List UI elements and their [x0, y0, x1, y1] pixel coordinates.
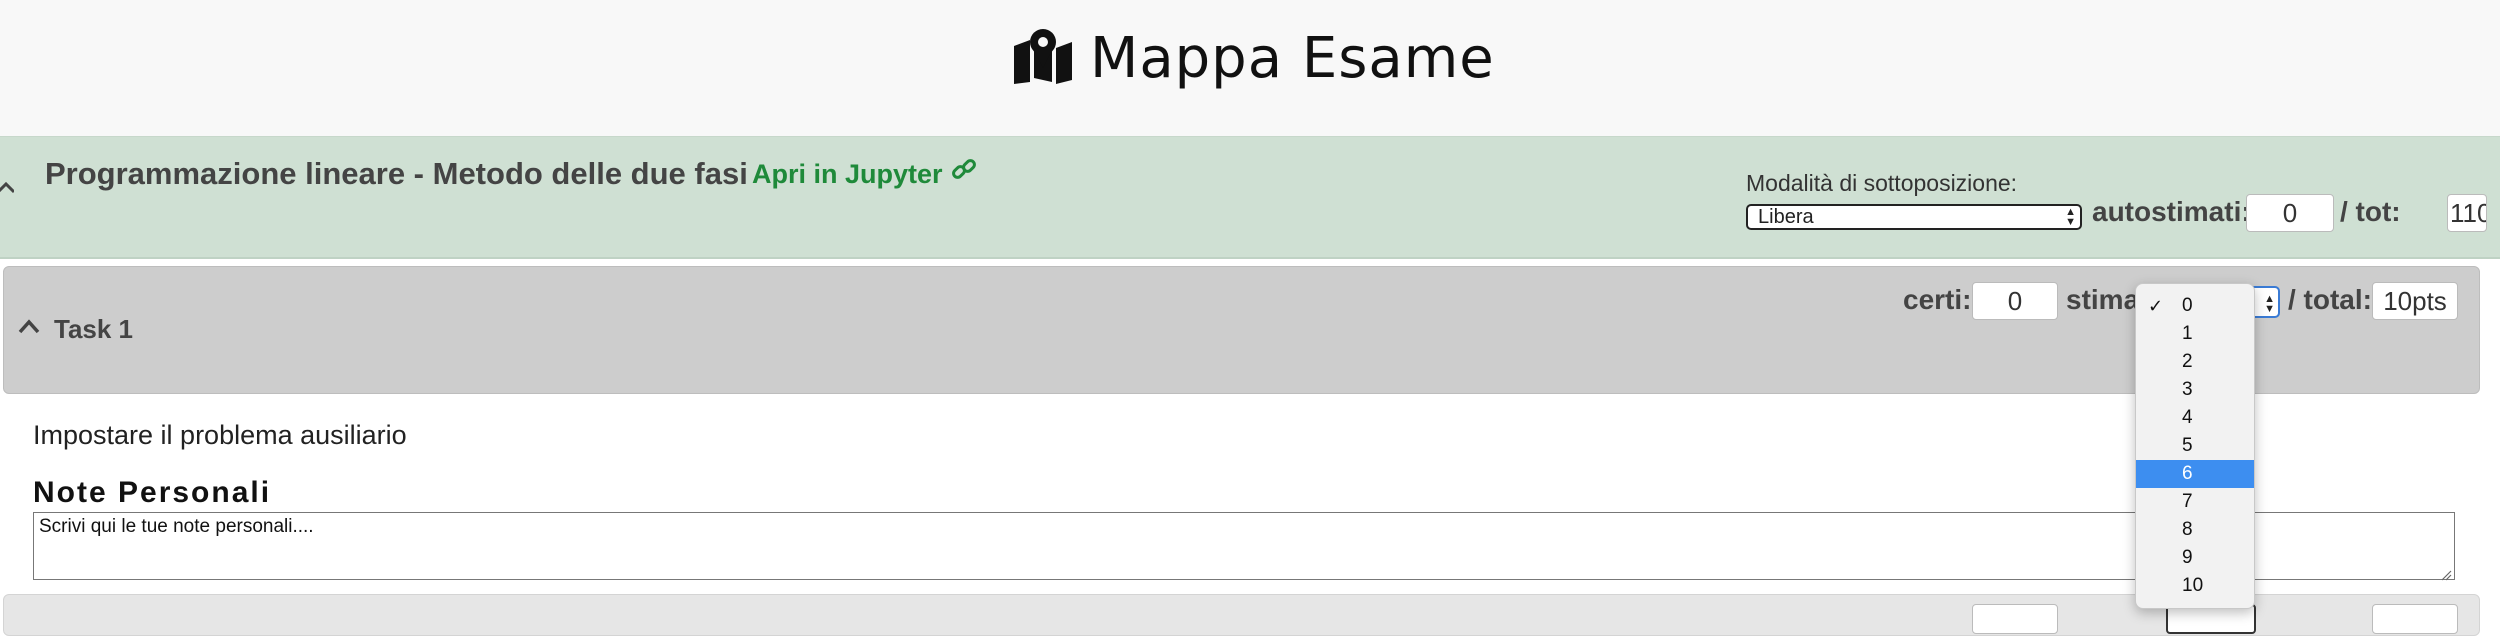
- dropdown-option-label: 0: [2182, 295, 2193, 316]
- notes-title: Note Personali: [33, 476, 272, 509]
- open-in-jupyter-link[interactable]: Apri in Jupyter: [752, 158, 977, 191]
- tot-label: / tot:: [2340, 196, 2401, 227]
- dropdown-option[interactable]: 10: [2136, 572, 2254, 600]
- next-total-input[interactable]: [2372, 604, 2458, 634]
- dropdown-option-label: 10: [2182, 575, 2204, 596]
- link-icon: [951, 158, 977, 191]
- dropdown-option[interactable]: 7: [2136, 488, 2254, 516]
- certi-label: certi:: [1903, 284, 1972, 315]
- chevron-up-icon[interactable]: [18, 318, 40, 334]
- dropdown-option-label: 3: [2182, 379, 2193, 400]
- dropdown-option[interactable]: 3: [2136, 376, 2254, 404]
- dropdown-option-label: 6: [2182, 463, 2193, 484]
- dropdown-option[interactable]: 5: [2136, 432, 2254, 460]
- dropdown-option[interactable]: 4: [2136, 404, 2254, 432]
- resize-grip-icon[interactable]: [2440, 565, 2452, 581]
- autostimati-input[interactable]: 0: [2246, 194, 2334, 232]
- dropdown-option-label: 1: [2182, 323, 2193, 344]
- dropdown-option[interactable]: 8: [2136, 516, 2254, 544]
- stima-label: stima: [2066, 284, 2140, 315]
- map-marker-icon: [1012, 28, 1074, 89]
- total-label: / total:: [2288, 284, 2372, 315]
- tot-value: 110pts: [2450, 197, 2486, 228]
- dropdown-option-label: 5: [2182, 435, 2193, 456]
- dropdown-option-label: 2: [2182, 351, 2193, 372]
- submission-mode-value: Libera: [1758, 206, 1814, 228]
- select-arrows-icon: ▲ ▼: [2264, 293, 2275, 315]
- chevron-up-icon[interactable]: [0, 178, 16, 196]
- app-title-group: Mappa Esame: [1012, 25, 1495, 91]
- stima-dropdown-list[interactable]: ✓ 0 1 2 3 4 5 6 7 8 9 10: [2135, 283, 2255, 609]
- total-input[interactable]: 10pts: [2372, 282, 2458, 320]
- dropdown-option[interactable]: 2: [2136, 348, 2254, 376]
- select-arrows-icon: ▲ ▼: [2065, 206, 2076, 228]
- dropdown-option[interactable]: 6: [2136, 460, 2254, 488]
- jupyter-link-label: Apri in Jupyter: [752, 159, 943, 189]
- submission-mode-label: Modalità di sottoposizione:: [1746, 170, 2018, 196]
- dropdown-option[interactable]: 9: [2136, 544, 2254, 572]
- personal-notes-textarea[interactable]: Scrivi qui le tue note personali....: [33, 512, 2455, 581]
- certi-input[interactable]: 0: [1972, 282, 2058, 320]
- dropdown-option[interactable]: ✓ 0: [2136, 292, 2254, 320]
- task-description: Impostare il problema ausiliario: [33, 420, 407, 450]
- next-task-panel: [3, 594, 2480, 636]
- next-certi-input[interactable]: [1972, 604, 2058, 634]
- dropdown-option-label: 9: [2182, 547, 2193, 568]
- app-title: Mappa Esame: [1090, 25, 1495, 91]
- dropdown-option-label: 4: [2182, 407, 2193, 428]
- section-title: Programmazione lineare - Metodo delle du…: [45, 156, 748, 191]
- submission-mode-select[interactable]: Libera ▲ ▼: [1746, 204, 2082, 230]
- task-title[interactable]: Task 1: [54, 314, 133, 345]
- tot-input[interactable]: 110pts: [2447, 194, 2487, 232]
- checkmark-icon: ✓: [2148, 296, 2164, 316]
- dropdown-option-label: 7: [2182, 491, 2193, 512]
- autostimati-label: autostimati:: [2092, 196, 2251, 227]
- dropdown-option-label: 8: [2182, 519, 2193, 540]
- notes-placeholder: Scrivi qui le tue note personali....: [39, 516, 314, 537]
- dropdown-option[interactable]: 1: [2136, 320, 2254, 348]
